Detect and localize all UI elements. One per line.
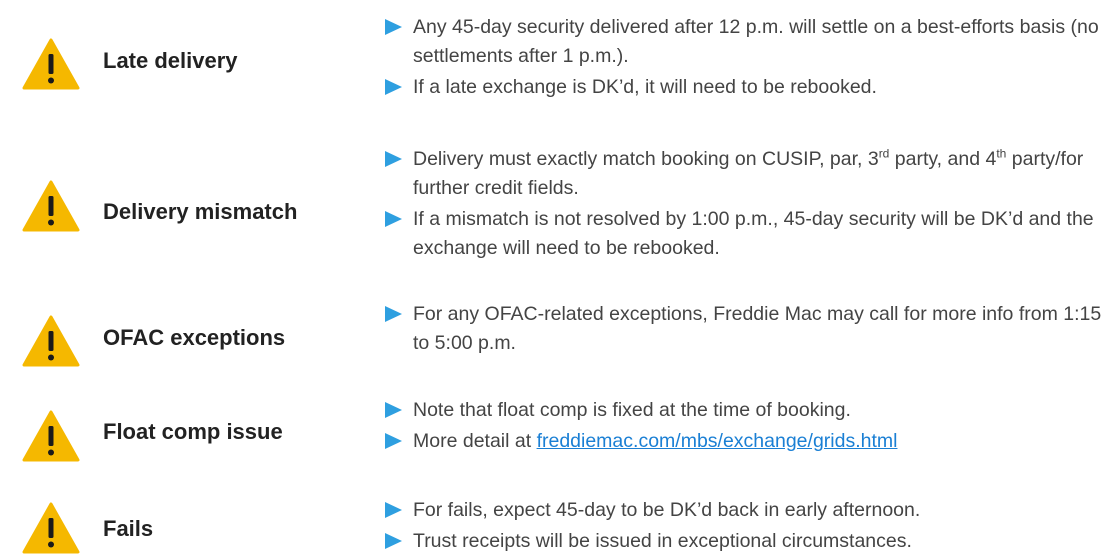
superscript-th: th xyxy=(996,146,1007,161)
bullet-text: Note that float comp is fixed at the tim… xyxy=(413,399,851,421)
warning-icon xyxy=(22,38,80,90)
bullet-arrow-icon xyxy=(385,433,402,449)
bullet-text: If a late exchange is DK’d, it will need… xyxy=(413,76,877,98)
bullet-list: Note that float comp is fixed at the tim… xyxy=(385,396,1105,458)
bullet-text-mid: party, and 4 xyxy=(889,148,997,170)
bullet-arrow-icon xyxy=(385,402,402,418)
bullet-list: For fails, expect 45-day to be DK’d back… xyxy=(385,496,1105,558)
bullet-list: Delivery must exactly match booking on C… xyxy=(385,145,1105,265)
bullet-text-pre: More detail at xyxy=(413,430,537,452)
bullet-arrow-icon xyxy=(385,151,402,167)
bullet-arrow-icon xyxy=(385,502,402,518)
bullet-text: Any 45-day security delivered after 12 p… xyxy=(413,16,1099,67)
bullet-arrow-icon xyxy=(385,211,402,227)
section-title: Float comp issue xyxy=(103,419,283,444)
bullet-item: Trust receipts will be issued in excepti… xyxy=(385,527,1105,556)
section-title: OFAC exceptions xyxy=(103,325,286,350)
bullet-arrow-icon xyxy=(385,533,402,549)
bullet-arrow-icon xyxy=(385,79,402,95)
bullet-item: Note that float comp is fixed at the tim… xyxy=(385,396,1105,425)
bullet-item: More detail at freddiemac.com/mbs/exchan… xyxy=(385,427,1105,456)
warning-icon xyxy=(22,502,80,554)
warning-icon xyxy=(22,180,80,232)
bullet-list: Any 45-day security delivered after 12 p… xyxy=(385,13,1105,104)
bullet-text: Trust receipts will be issued in excepti… xyxy=(413,530,912,552)
bullet-item: If a late exchange is DK’d, it will need… xyxy=(385,73,1105,102)
bullet-item: If a mismatch is not resolved by 1:00 p.… xyxy=(385,205,1105,263)
grids-link[interactable]: freddiemac.com/mbs/exchange/grids.html xyxy=(537,430,898,452)
superscript-rd: rd xyxy=(878,146,890,161)
bullet-text: For fails, expect 45-day to be DK’d back… xyxy=(413,499,921,521)
bullet-item: For any OFAC-related exceptions, Freddie… xyxy=(385,300,1105,358)
bullet-item: Any 45-day security delivered after 12 p… xyxy=(385,13,1105,71)
bullet-item: Delivery must exactly match booking on C… xyxy=(385,145,1105,203)
section-title: Late delivery xyxy=(103,48,238,73)
bullet-item: For fails, expect 45-day to be DK’d back… xyxy=(385,496,1105,525)
bullet-text: If a mismatch is not resolved by 1:00 p.… xyxy=(413,208,1094,259)
warning-icon xyxy=(22,315,80,367)
bullet-arrow-icon xyxy=(385,306,402,322)
bullet-list: For any OFAC-related exceptions, Freddie… xyxy=(385,300,1105,360)
bullet-text-pre: Delivery must exactly match booking on C… xyxy=(413,148,879,170)
section-title: Delivery mismatch xyxy=(103,199,298,224)
section-title: Fails xyxy=(103,516,154,541)
bullet-text: For any OFAC-related exceptions, Freddie… xyxy=(413,303,1102,354)
bullet-arrow-icon xyxy=(385,19,402,35)
warning-icon xyxy=(22,410,80,462)
